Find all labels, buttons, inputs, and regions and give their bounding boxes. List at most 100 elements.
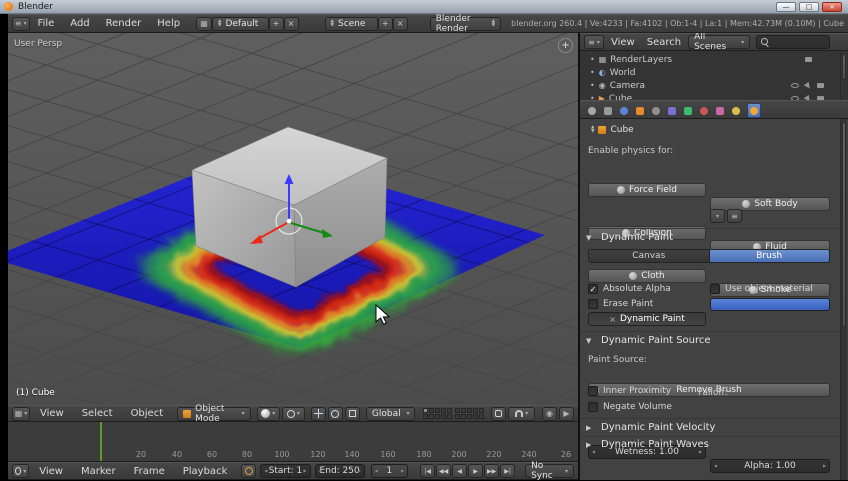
scene-selector[interactable]: ▲ ▼ Scene xyxy=(324,16,378,31)
screen-layout-selector[interactable]: ▲ ▼ Default xyxy=(211,16,269,31)
physics-extra-button-1[interactable]: ▾ xyxy=(710,209,725,223)
dynamic-paint-button[interactable]: × Dynamic Paint xyxy=(588,312,706,326)
screen-layout-icon-button[interactable]: ▦ xyxy=(196,16,212,31)
manipulator-scale-toggle[interactable] xyxy=(344,406,360,421)
render-opengl-anim-button[interactable]: ▶ xyxy=(559,406,574,421)
maximize-button[interactable]: □ xyxy=(799,1,819,12)
manipulator-translate-toggle[interactable] xyxy=(310,406,326,421)
timeline-playhead[interactable] xyxy=(100,422,102,461)
timeline-menu-frame[interactable]: Frame xyxy=(126,466,173,477)
viewport-shading-selector[interactable]: ▾ xyxy=(256,406,280,421)
tab-material[interactable] xyxy=(697,103,711,118)
outliner-row-cube[interactable]: • ▶ Cube xyxy=(590,92,840,100)
brush-option[interactable]: Brush xyxy=(709,250,829,262)
jump-to-end-button[interactable]: ▶| xyxy=(500,464,516,478)
mode-selector[interactable]: Object Mode ▾ xyxy=(177,404,251,424)
pivot-point-selector[interactable]: ▾ xyxy=(281,406,305,421)
render-opengl-button[interactable]: ◉ xyxy=(542,406,557,421)
tab-particles[interactable] xyxy=(729,103,743,118)
canvas-option[interactable]: Canvas xyxy=(589,250,710,262)
close-button[interactable]: × xyxy=(822,1,842,12)
add-scene-button[interactable]: + xyxy=(377,16,393,31)
alpha-slider[interactable]: ◂ Alpha: 1.00 ▸ xyxy=(710,459,830,473)
add-screen-button[interactable]: + xyxy=(268,16,284,31)
delete-scene-button[interactable]: × xyxy=(392,16,408,31)
layers-widget[interactable] xyxy=(423,408,485,419)
next-keyframe-button[interactable]: ▶▶ xyxy=(484,464,500,478)
tab-data[interactable] xyxy=(681,103,695,118)
editor-type-button-outliner[interactable]: ≡ ▾ xyxy=(584,35,604,49)
frame-start-field[interactable]: ◂ Start: 1 ▸ xyxy=(260,464,311,478)
visibility-toggle-icon[interactable] xyxy=(791,83,799,88)
scrollbar-thumb[interactable] xyxy=(842,122,846,327)
layer-1-active[interactable] xyxy=(423,408,429,413)
viewport-menu-select[interactable]: Select xyxy=(74,408,121,419)
editor-type-button-timeline[interactable]: ▾ xyxy=(12,464,30,478)
3d-viewport[interactable]: User Persp (1) Cube + xyxy=(8,33,578,405)
dynamic-paint-source-panel-header[interactable]: ▼ Dynamic Paint Source xyxy=(586,335,711,346)
timeline-ruler[interactable]: 20 40 60 80 100 120 140 160 180 200 220 … xyxy=(8,422,578,462)
outliner-row-world[interactable]: • ◐ World xyxy=(590,66,840,79)
tab-render[interactable] xyxy=(585,103,599,118)
tab-physics[interactable] xyxy=(747,103,761,118)
absolute-alpha-checkbox[interactable]: ✓ Absolute Alpha xyxy=(588,284,671,294)
selectability-toggle-icon[interactable] xyxy=(803,81,813,90)
current-frame-field[interactable]: ◂ 1 ▸ xyxy=(370,464,409,478)
use-object-material-checkbox[interactable]: ✓Use object material xyxy=(710,284,813,294)
timeline-menu-view[interactable]: View xyxy=(31,466,71,477)
outliner-scrollbar[interactable] xyxy=(840,52,847,100)
negate-volume-checkbox[interactable]: ✓Negate Volume xyxy=(588,402,672,412)
preview-range-toggle[interactable] xyxy=(241,464,257,478)
delete-screen-button[interactable]: × xyxy=(283,16,299,31)
outliner-row-renderlayers[interactable]: • ▦ RenderLayers xyxy=(590,53,840,66)
erase-paint-checkbox[interactable]: ✓Erase Paint xyxy=(588,299,653,309)
minimize-button[interactable]: — xyxy=(776,1,796,12)
play-button[interactable]: ▶ xyxy=(468,464,484,478)
tab-world[interactable] xyxy=(617,103,631,118)
renderable-icon[interactable] xyxy=(805,57,812,62)
frame-end-field[interactable]: ◂ End: 250 ▸ xyxy=(314,464,365,478)
snap-selector[interactable]: ▾ xyxy=(508,406,535,421)
timeline-menu-marker[interactable]: Marker xyxy=(73,466,124,477)
timeline-menu-playback[interactable]: Playback xyxy=(175,466,236,477)
editor-type-button-info[interactable]: ≡ ▾ xyxy=(12,16,30,31)
menu-add[interactable]: Add xyxy=(62,18,97,29)
viewport-properties-expand-button[interactable]: + xyxy=(558,38,573,53)
transform-orientation-selector[interactable]: Global ▾ xyxy=(365,406,416,421)
window-titlebar: Blender — □ × xyxy=(0,0,848,14)
menu-help[interactable]: Help xyxy=(149,18,188,29)
tab-modifiers[interactable] xyxy=(665,103,679,118)
scrollbar-thumb[interactable] xyxy=(842,54,846,80)
manipulator-rotate-toggle[interactable] xyxy=(327,406,343,421)
force-field-button[interactable]: Force Field xyxy=(588,183,706,197)
tab-object[interactable] xyxy=(633,103,647,118)
outliner-search-input[interactable] xyxy=(756,35,831,49)
cloth-button[interactable]: Cloth xyxy=(588,269,706,283)
properties-scrollbar[interactable] xyxy=(840,119,847,480)
tab-texture[interactable] xyxy=(713,103,727,118)
jump-to-start-button[interactable]: |◀ xyxy=(420,464,436,478)
menu-file[interactable]: File xyxy=(30,18,63,29)
outliner-row-camera[interactable]: • ◉ Camera xyxy=(590,79,840,92)
viewport-menu-view[interactable]: View xyxy=(32,408,72,419)
outliner-menu-view[interactable]: View xyxy=(606,37,640,48)
physics-extra-button-2[interactable]: ≡ xyxy=(727,209,742,223)
prev-keyframe-button[interactable]: ◀◀ xyxy=(436,464,452,478)
dynamic-paint-panel-header[interactable]: ▼ Dynamic Paint xyxy=(586,232,673,243)
inner-proximity-checkbox[interactable]: ✓Inner Proximity xyxy=(588,386,671,396)
menu-render[interactable]: Render xyxy=(98,18,150,29)
sync-mode-selector[interactable]: No Sync ▾ xyxy=(525,461,574,481)
tab-scene[interactable] xyxy=(601,103,615,118)
editor-type-button-3dview[interactable]: ▦ ▾ xyxy=(12,406,30,421)
dynamic-paint-waves-panel-header[interactable]: ▶ Dynamic Paint Waves xyxy=(586,439,709,450)
lock-to-scene-toggle[interactable] xyxy=(491,406,507,421)
render-toggle-icon[interactable] xyxy=(817,83,824,88)
viewport-menu-object[interactable]: Object xyxy=(123,408,172,419)
paint-color-swatch[interactable] xyxy=(710,298,830,311)
play-reverse-button[interactable]: ◀ xyxy=(452,464,468,478)
outliner-scope-selector[interactable]: All Scenes ▾ xyxy=(688,33,751,52)
render-engine-selector[interactable]: Blender Render ▲ ▼ xyxy=(429,14,502,34)
outliner-menu-search[interactable]: Search xyxy=(642,37,686,48)
dynamic-paint-velocity-panel-header[interactable]: ▶ Dynamic Paint Velocity xyxy=(586,422,715,433)
tab-constraints[interactable] xyxy=(649,103,663,118)
